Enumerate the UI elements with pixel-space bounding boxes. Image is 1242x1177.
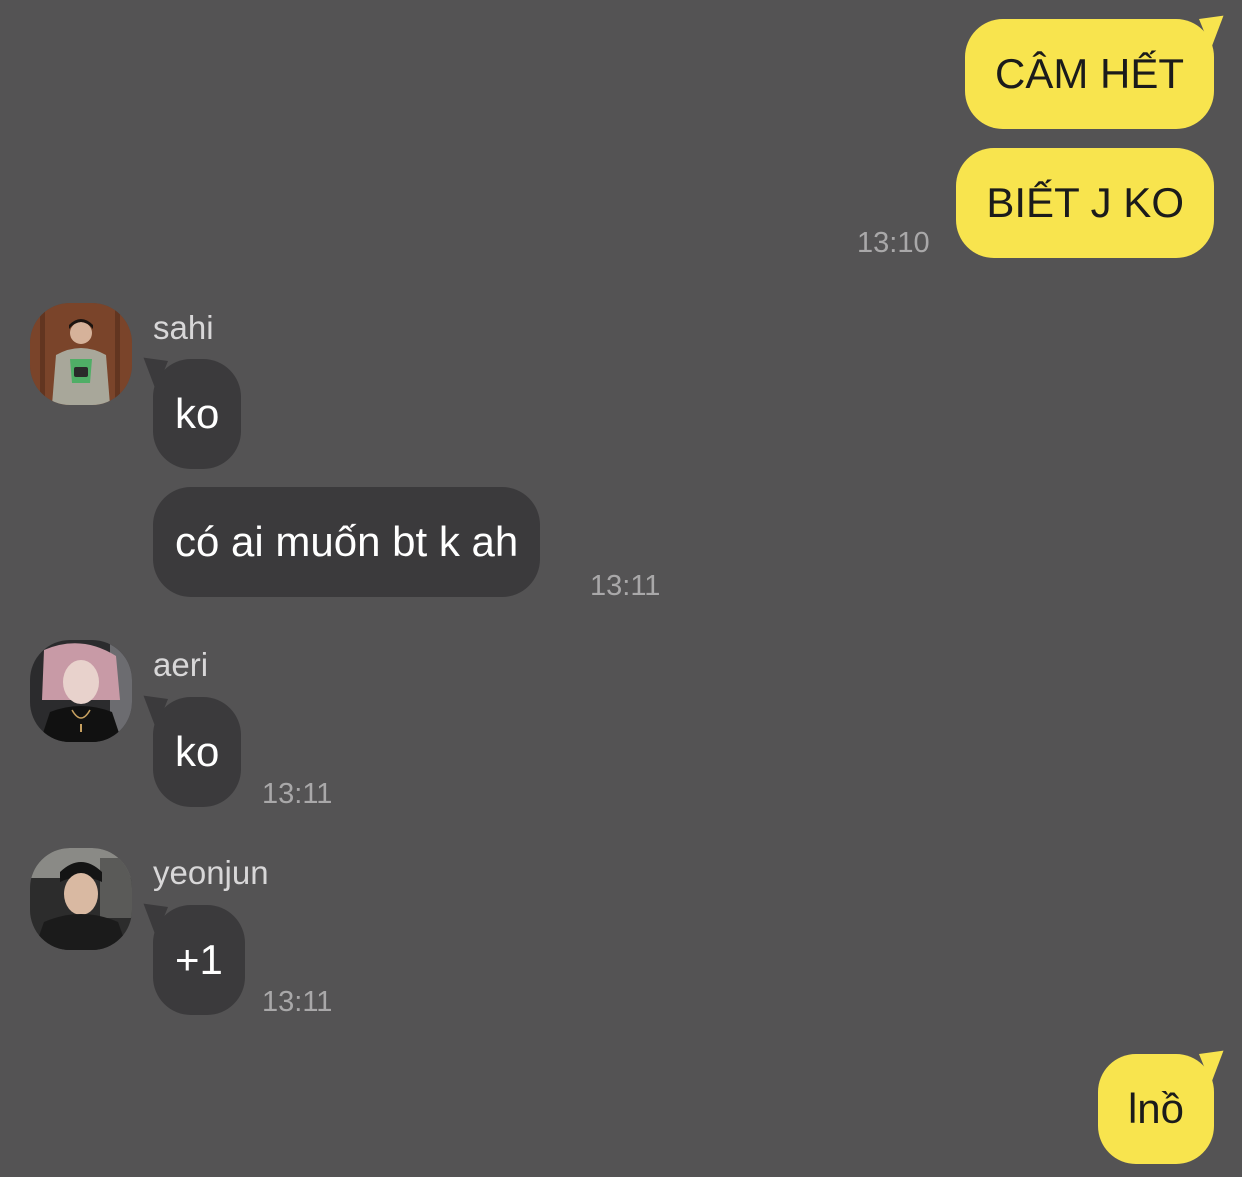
outgoing-message-bubble[interactable]: lnồ (1097, 1045, 1234, 1164)
avatar-aeri[interactable] (30, 640, 132, 742)
outgoing-message-bubble[interactable]: BIẾT J KO (956, 148, 1214, 258)
avatar-image (30, 848, 132, 950)
bubble-tail (1199, 1045, 1234, 1084)
message-text: BIẾT J KO (986, 179, 1184, 226)
bubble-tail (133, 352, 168, 391)
incoming-message-bubble[interactable]: ko (133, 352, 242, 469)
sender-name: sahi (153, 309, 214, 346)
message-timestamp: 13:11 (262, 778, 333, 810)
avatar-yeonjun[interactable] (30, 848, 132, 950)
bubble-tail (1199, 10, 1234, 49)
sender-name: aeri (153, 646, 209, 683)
outgoing-message-bubble[interactable]: CÂM HẾT (965, 10, 1234, 129)
message-timestamp: 13:11 (262, 986, 333, 1018)
message-text: +1 (175, 936, 223, 983)
message-timestamp: 13:11 (590, 570, 661, 602)
sender-name: yeonjun (153, 854, 269, 891)
message-text: có ai muốn bt k ah (175, 518, 519, 565)
avatar-sahi[interactable] (30, 303, 132, 405)
avatar-image (30, 640, 132, 742)
message-text: ko (175, 728, 220, 775)
bubble-tail (133, 690, 168, 729)
chat-area[interactable]: CÂM HẾT BIẾT J KO 13:10 sahi ko có ai mu… (0, 0, 1242, 1177)
message-text: ko (175, 390, 220, 437)
message-text: CÂM HẾT (995, 50, 1184, 97)
message-text: lnồ (1127, 1085, 1184, 1132)
bubble-tail (133, 898, 168, 937)
incoming-message-bubble[interactable]: có ai muốn bt k ah (153, 487, 541, 597)
incoming-message-bubble[interactable]: +1 (133, 898, 245, 1015)
avatar-image (30, 303, 132, 405)
message-timestamp: 13:10 (857, 227, 930, 259)
incoming-message-bubble[interactable]: ko (133, 690, 242, 807)
